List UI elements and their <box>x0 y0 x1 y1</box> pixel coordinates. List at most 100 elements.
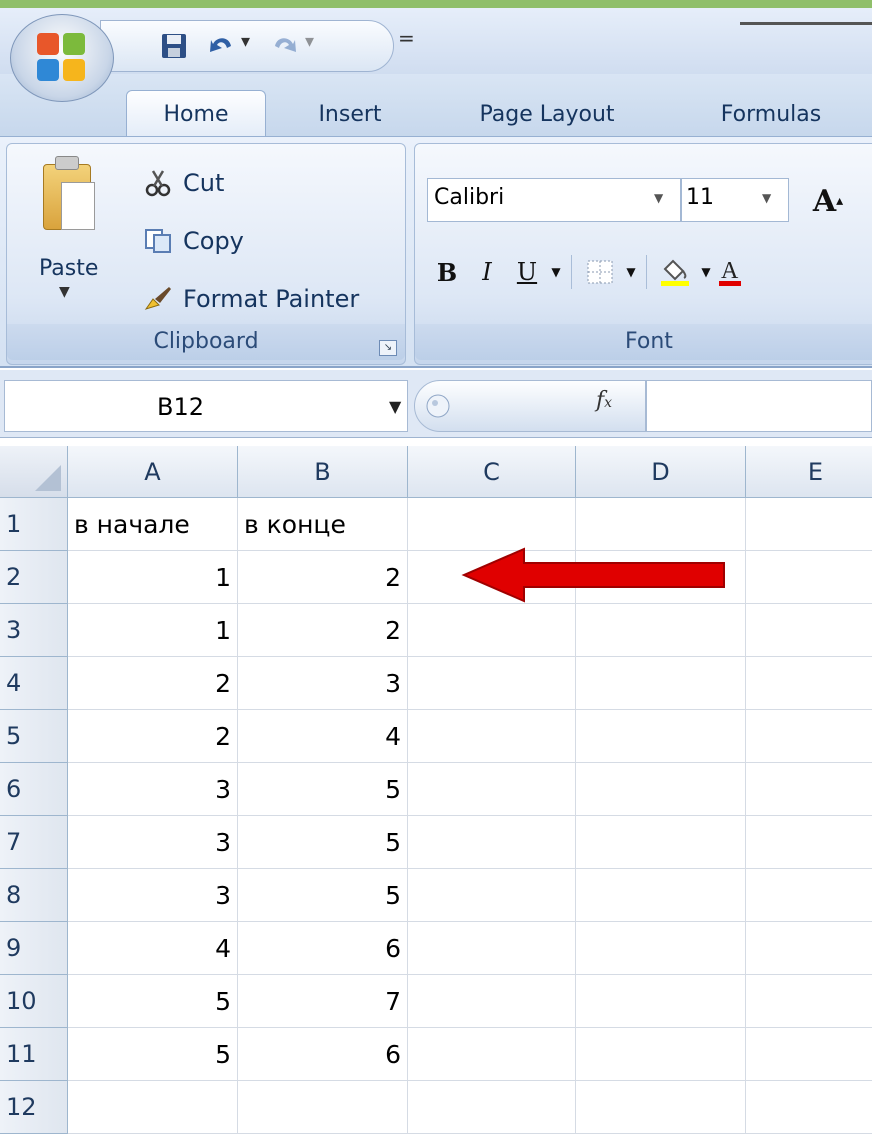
cell-c3[interactable] <box>408 604 576 657</box>
cell-c1[interactable] <box>408 498 576 551</box>
cell-c12[interactable] <box>408 1081 576 1134</box>
cell-b2[interactable]: 2 <box>238 551 408 604</box>
cell-b11[interactable]: 6 <box>238 1028 408 1081</box>
cell-e10[interactable] <box>746 975 872 1028</box>
cell-d5[interactable] <box>576 710 746 763</box>
cell-c8[interactable] <box>408 869 576 922</box>
cell-e4[interactable] <box>746 657 872 710</box>
cell-a3[interactable]: 1 <box>68 604 238 657</box>
cell-a4[interactable]: 2 <box>68 657 238 710</box>
font-size-dropdown-icon[interactable]: ▼ <box>762 191 771 205</box>
cell-a10[interactable]: 5 <box>68 975 238 1028</box>
column-header-a[interactable]: A <box>68 446 238 498</box>
formula-input[interactable] <box>646 380 872 432</box>
cell-c7[interactable] <box>408 816 576 869</box>
cell-c11[interactable] <box>408 1028 576 1081</box>
row-header-7[interactable]: 7 <box>0 816 68 869</box>
column-header-b[interactable]: B <box>238 446 408 498</box>
row-header-9[interactable]: 9 <box>0 922 68 975</box>
undo-dropdown-icon[interactable]: ▾ <box>241 31 250 52</box>
row-header-8[interactable]: 8 <box>0 869 68 922</box>
row-header-12[interactable]: 12 <box>0 1081 68 1134</box>
customize-qat-icon[interactable]: = <box>398 26 415 50</box>
cell-d1[interactable] <box>576 498 746 551</box>
name-box[interactable]: B12 ▼ <box>4 380 408 432</box>
copy-button[interactable]: Copy <box>143 224 244 258</box>
row-header-2[interactable]: 2 <box>0 551 68 604</box>
column-header-d[interactable]: D <box>576 446 746 498</box>
cell-c5[interactable] <box>408 710 576 763</box>
cell-a2[interactable]: 1 <box>68 551 238 604</box>
save-icon[interactable] <box>157 29 191 63</box>
row-header-10[interactable]: 10 <box>0 975 68 1028</box>
cut-button[interactable]: Cut <box>143 166 224 200</box>
cell-b12[interactable] <box>238 1081 408 1134</box>
row-header-5[interactable]: 5 <box>0 710 68 763</box>
format-painter-button[interactable]: Format Painter <box>143 282 359 316</box>
underline-dropdown-icon[interactable]: ▼ <box>547 252 565 292</box>
redo-dropdown-icon[interactable]: ▾ <box>305 31 314 52</box>
font-name-combo[interactable]: Calibri ▼ <box>427 178 681 222</box>
insert-function-button[interactable]: fx <box>596 388 612 413</box>
column-header-e[interactable]: E <box>746 446 872 498</box>
cell-d6[interactable] <box>576 763 746 816</box>
cell-b8[interactable]: 5 <box>238 869 408 922</box>
cell-b9[interactable]: 6 <box>238 922 408 975</box>
cell-a12[interactable] <box>68 1081 238 1134</box>
paste-icon[interactable] <box>43 156 95 232</box>
cell-a6[interactable]: 3 <box>68 763 238 816</box>
cell-a8[interactable]: 3 <box>68 869 238 922</box>
fill-color-dropdown-icon[interactable]: ▼ <box>697 252 715 292</box>
paste-button[interactable]: Paste <box>39 256 98 281</box>
cell-a1[interactable]: в начале <box>68 498 238 551</box>
cell-b6[interactable]: 5 <box>238 763 408 816</box>
cell-d7[interactable] <box>576 816 746 869</box>
cell-d10[interactable] <box>576 975 746 1028</box>
tab-formulas[interactable]: Formulas <box>696 90 846 138</box>
cell-c6[interactable] <box>408 763 576 816</box>
cell-e5[interactable] <box>746 710 872 763</box>
cell-e7[interactable] <box>746 816 872 869</box>
cell-a9[interactable]: 4 <box>68 922 238 975</box>
cell-e6[interactable] <box>746 763 872 816</box>
row-header-3[interactable]: 3 <box>0 604 68 657</box>
cell-a5[interactable]: 2 <box>68 710 238 763</box>
italic-button[interactable]: I <box>467 252 507 292</box>
cell-b7[interactable]: 5 <box>238 816 408 869</box>
clipboard-dialog-launcher-icon[interactable]: ↘ <box>379 340 397 356</box>
name-box-dropdown-icon[interactable]: ▼ <box>389 397 401 416</box>
font-color-icon[interactable]: A <box>715 252 745 292</box>
row-header-11[interactable]: 11 <box>0 1028 68 1081</box>
paste-dropdown-icon[interactable]: ▼ <box>59 284 70 300</box>
cell-d8[interactable] <box>576 869 746 922</box>
cell-c9[interactable] <box>408 922 576 975</box>
tab-page-layout[interactable]: Page Layout <box>452 90 642 138</box>
formula-bar-knob-icon[interactable] <box>425 393 451 419</box>
undo-icon[interactable] <box>205 29 239 63</box>
column-header-c[interactable]: C <box>408 446 576 498</box>
cell-e8[interactable] <box>746 869 872 922</box>
row-header-6[interactable]: 6 <box>0 763 68 816</box>
row-header-4[interactable]: 4 <box>0 657 68 710</box>
tab-insert[interactable]: Insert <box>290 90 410 138</box>
cell-d3[interactable] <box>576 604 746 657</box>
redo-icon[interactable] <box>267 29 301 63</box>
fill-color-icon[interactable] <box>653 252 697 292</box>
cell-b10[interactable]: 7 <box>238 975 408 1028</box>
underline-button[interactable]: U <box>507 252 547 292</box>
tab-home[interactable]: Home <box>126 90 266 138</box>
cell-b1[interactable]: в конце <box>238 498 408 551</box>
borders-dropdown-icon[interactable]: ▼ <box>622 252 640 292</box>
cell-b5[interactable]: 4 <box>238 710 408 763</box>
font-size-combo[interactable]: 11 ▼ <box>681 178 789 222</box>
cell-e9[interactable] <box>746 922 872 975</box>
cell-d4[interactable] <box>576 657 746 710</box>
cell-e3[interactable] <box>746 604 872 657</box>
font-name-dropdown-icon[interactable]: ▼ <box>654 191 663 205</box>
select-all-button[interactable] <box>0 446 68 498</box>
cell-e11[interactable] <box>746 1028 872 1081</box>
cell-a7[interactable]: 3 <box>68 816 238 869</box>
cell-e12[interactable] <box>746 1081 872 1134</box>
cell-e2[interactable] <box>746 551 872 604</box>
cell-a11[interactable]: 5 <box>68 1028 238 1081</box>
